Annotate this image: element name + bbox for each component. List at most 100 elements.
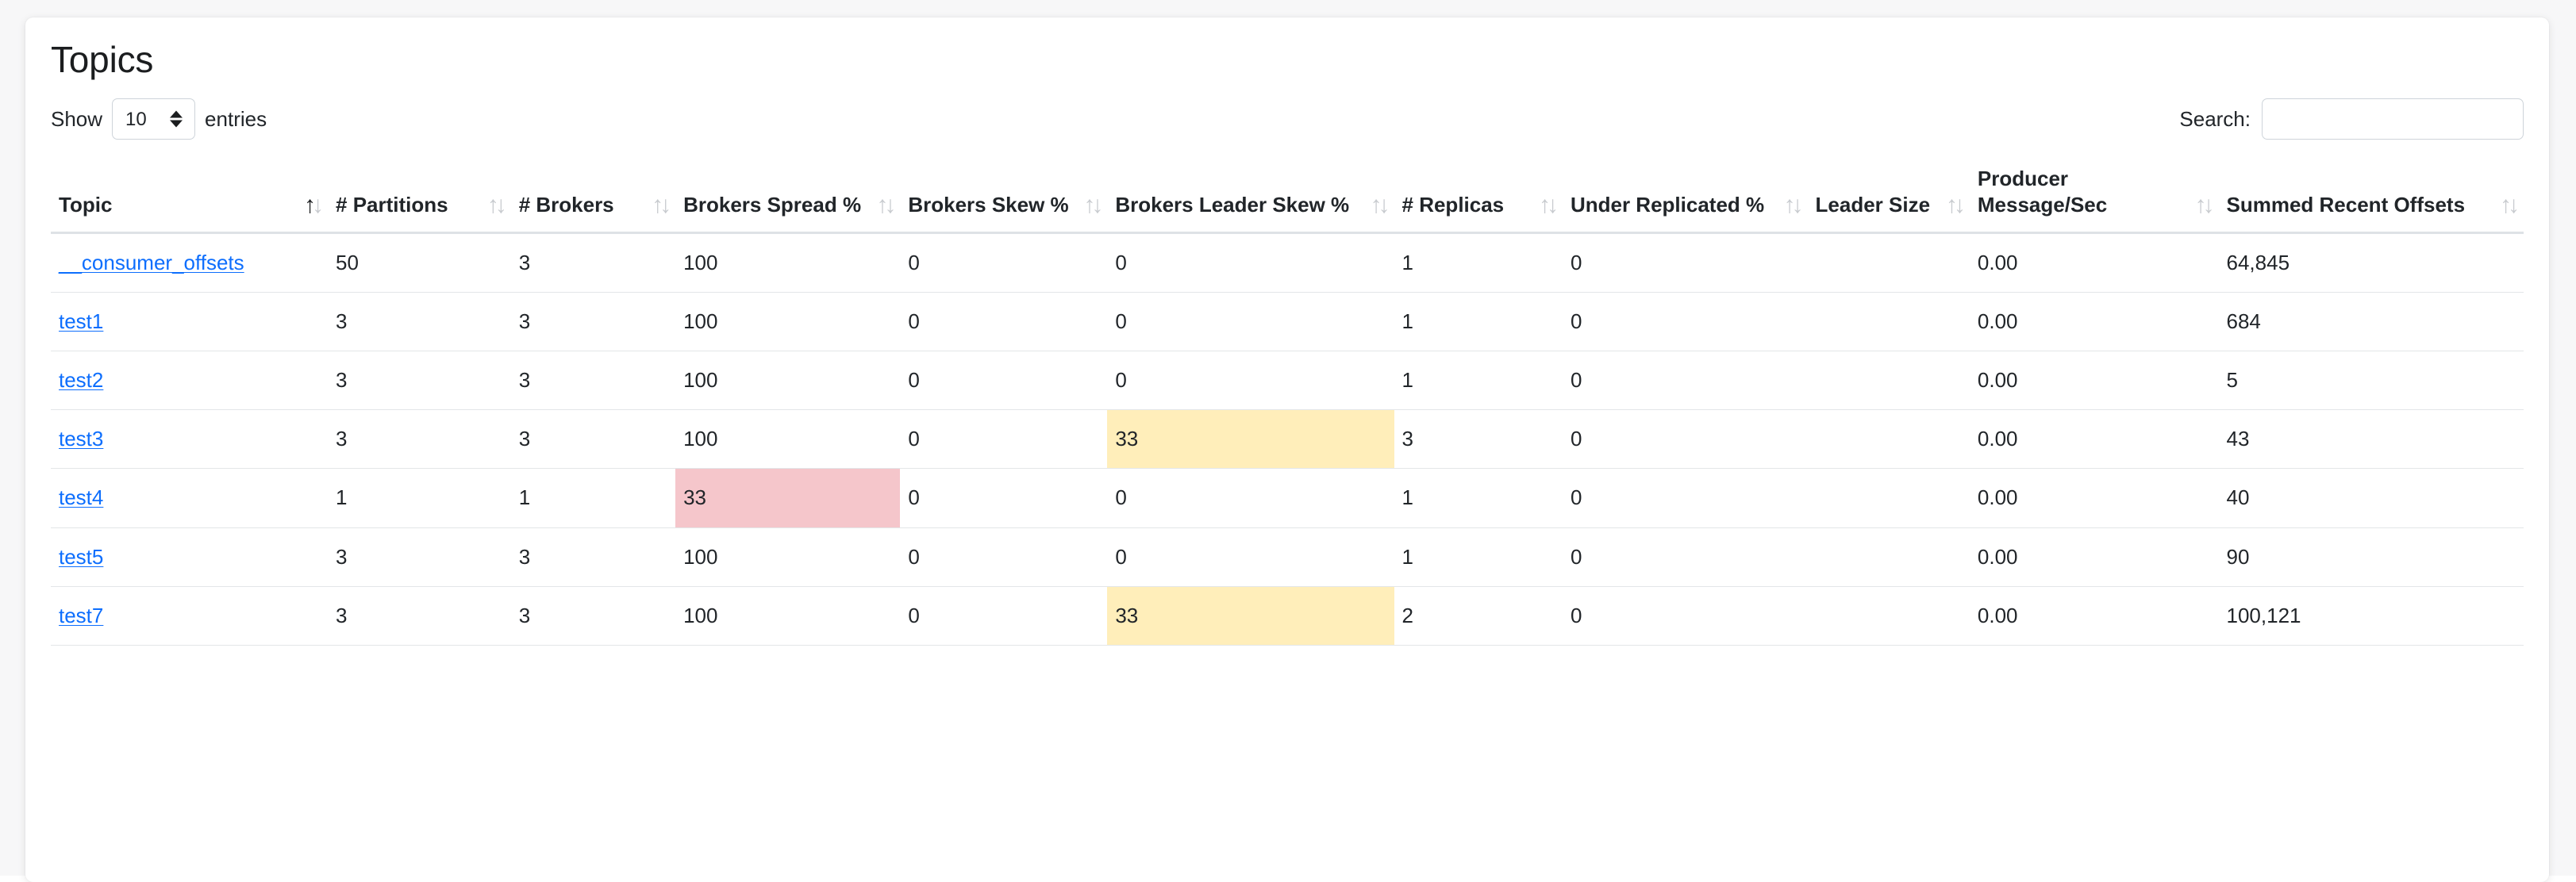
column-header-label: # Partitions <box>336 192 448 218</box>
column-header-under_replicated[interactable]: Under Replicated %↑↓ <box>1563 155 1808 232</box>
cell-leader_size <box>1808 469 1970 527</box>
sort-none-icon[interactable]: ↑↓ <box>2500 194 2516 219</box>
search-label: Search: <box>2179 107 2251 132</box>
cell-replicas: 1 <box>1394 232 1563 292</box>
cell-summed_recent_offsets: 5 <box>2219 351 2524 410</box>
cell-brokers_leader_skew: 0 <box>1107 232 1394 292</box>
cell-brokers: 3 <box>511 351 675 410</box>
cell-brokers_spread: 100 <box>675 586 900 645</box>
entries-length-control: Show 102550100 entries <box>51 98 267 140</box>
cell-topic: test7 <box>51 586 328 645</box>
cell-under_replicated: 0 <box>1563 410 1808 469</box>
column-header-label: # Brokers <box>519 192 614 218</box>
cell-partitions: 3 <box>328 410 511 469</box>
column-header-partitions[interactable]: # Partitions ↑↓ <box>328 155 511 232</box>
topic-link[interactable]: test5 <box>59 545 103 569</box>
cell-brokers_spread: 100 <box>675 527 900 586</box>
cell-topic: test3 <box>51 410 328 469</box>
cell-summed_recent_offsets: 64,845 <box>2219 232 2524 292</box>
cell-producer_msg_sec: 0.00 <box>1970 586 2219 645</box>
entries-label: entries <box>205 107 267 132</box>
sort-ascending-icon[interactable]: ↑↓ <box>304 194 320 219</box>
column-header-brokers_leader_skew[interactable]: Brokers Leader Skew %↑↓ <box>1107 155 1394 232</box>
entries-select-wrapper[interactable]: 102550100 <box>112 98 195 140</box>
cell-brokers_skew: 0 <box>900 410 1107 469</box>
card-body: Topics Show 102550100 entries Search: <box>25 17 2549 646</box>
cell-partitions: 3 <box>328 292 511 351</box>
cell-summed_recent_offsets: 100,121 <box>2219 586 2524 645</box>
cell-brokers_leader_skew: 33 <box>1107 586 1394 645</box>
sort-none-icon[interactable]: ↑↓ <box>1371 194 1386 219</box>
table-controls: Show 102550100 entries Search: <box>51 94 2524 144</box>
sort-none-icon[interactable]: ↑↓ <box>1539 194 1555 219</box>
cell-brokers: 3 <box>511 586 675 645</box>
cell-replicas: 1 <box>1394 351 1563 410</box>
column-header-brokers_skew[interactable]: Brokers Skew % ↑↓ <box>900 155 1107 232</box>
topic-link[interactable]: test1 <box>59 309 103 333</box>
cell-partitions: 3 <box>328 351 511 410</box>
topic-link[interactable]: test4 <box>59 485 103 509</box>
sort-none-icon[interactable]: ↑↓ <box>1784 194 1800 219</box>
cell-brokers: 3 <box>511 292 675 351</box>
cell-brokers_spread: 100 <box>675 351 900 410</box>
cell-brokers_spread: 33 <box>675 469 900 527</box>
cell-under_replicated: 0 <box>1563 469 1808 527</box>
cell-producer_msg_sec: 0.00 <box>1970 351 2219 410</box>
cell-replicas: 1 <box>1394 292 1563 351</box>
table-row: test4113300100.0040 <box>51 469 2524 527</box>
topic-link[interactable]: test3 <box>59 427 103 451</box>
cell-brokers_leader_skew: 33 <box>1107 410 1394 469</box>
cell-brokers_skew: 0 <box>900 232 1107 292</box>
sort-none-icon[interactable]: ↑↓ <box>876 194 892 219</box>
column-header-brokers[interactable]: # Brokers ↑↓ <box>511 155 675 232</box>
table-body: __consumer_offsets50310000100.0064,845te… <box>51 232 2524 645</box>
cell-summed_recent_offsets: 40 <box>2219 469 2524 527</box>
cell-brokers: 3 <box>511 410 675 469</box>
cell-replicas: 2 <box>1394 586 1563 645</box>
sort-none-icon[interactable]: ↑↓ <box>487 194 503 219</box>
cell-brokers_skew: 0 <box>900 469 1107 527</box>
cell-brokers: 3 <box>511 527 675 586</box>
column-header-label: Topic <box>59 192 112 218</box>
column-header-brokers_spread[interactable]: Brokers Spread % ↑↓ <box>675 155 900 232</box>
table-search-control: Search: <box>2179 98 2524 140</box>
cell-producer_msg_sec: 0.00 <box>1970 469 2219 527</box>
cell-producer_msg_sec: 0.00 <box>1970 232 2219 292</box>
cell-brokers_leader_skew: 0 <box>1107 469 1394 527</box>
cell-topic: test5 <box>51 527 328 586</box>
cell-leader_size <box>1808 292 1970 351</box>
cell-leader_size <box>1808 410 1970 469</box>
column-header-topic[interactable]: Topic ↑↓ <box>51 155 328 232</box>
cell-producer_msg_sec: 0.00 <box>1970 527 2219 586</box>
topic-link[interactable]: test7 <box>59 604 103 627</box>
cell-under_replicated: 0 <box>1563 586 1808 645</box>
table-row: test13310000100.00684 <box>51 292 2524 351</box>
entries-per-page-select[interactable]: 102550100 <box>112 98 195 140</box>
cell-topic: __consumer_offsets <box>51 232 328 292</box>
topics-table: Topic↑↓# Partitions↑↓# Brokers↑↓Brokers … <box>51 155 2524 646</box>
column-header-producer_msg_sec[interactable]: Producer Message/Sec↑↓ <box>1970 155 2219 232</box>
sort-none-icon[interactable]: ↑↓ <box>1946 194 1962 219</box>
cell-replicas: 1 <box>1394 527 1563 586</box>
topic-link[interactable]: __consumer_offsets <box>59 251 244 274</box>
column-header-leader_size[interactable]: Leader Size↑↓ <box>1808 155 1970 232</box>
cell-brokers_leader_skew: 0 <box>1107 527 1394 586</box>
cell-brokers_spread: 100 <box>675 292 900 351</box>
topic-link[interactable]: test2 <box>59 368 103 392</box>
cell-brokers_skew: 0 <box>900 351 1107 410</box>
sort-none-icon[interactable]: ↑↓ <box>652 194 667 219</box>
cell-leader_size <box>1808 232 1970 292</box>
column-header-replicas[interactable]: # Replicas↑↓ <box>1394 155 1563 232</box>
column-header-summed_recent_offsets[interactable]: Summed Recent Offsets↑↓ <box>2219 155 2524 232</box>
column-header-label: Brokers Skew % <box>908 192 1068 218</box>
search-input[interactable] <box>2262 98 2524 140</box>
sort-none-icon[interactable]: ↑↓ <box>2195 194 2211 219</box>
table-row: test53310000100.0090 <box>51 527 2524 586</box>
sort-none-icon[interactable]: ↑↓ <box>1083 194 1099 219</box>
cell-under_replicated: 0 <box>1563 351 1808 410</box>
cell-summed_recent_offsets: 684 <box>2219 292 2524 351</box>
table-header-row: Topic↑↓# Partitions↑↓# Brokers↑↓Brokers … <box>51 155 2524 232</box>
cell-brokers_spread: 100 <box>675 232 900 292</box>
column-header-label: Brokers Spread % <box>683 192 861 218</box>
cell-leader_size <box>1808 527 1970 586</box>
